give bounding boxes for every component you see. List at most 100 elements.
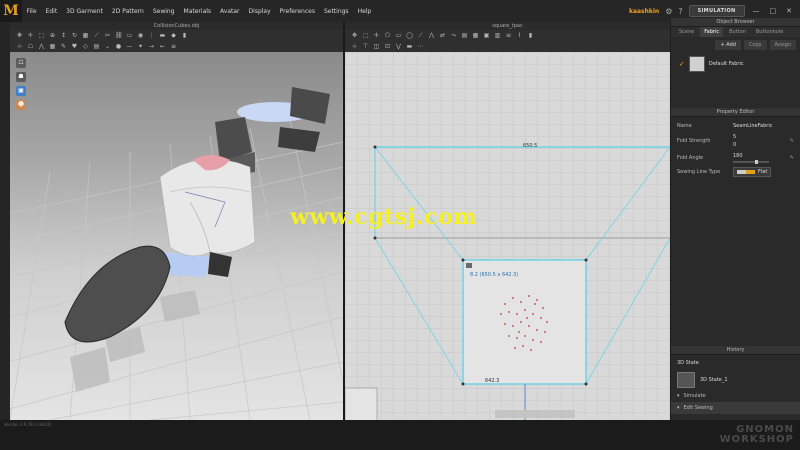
name-value[interactable]: SeamLineFabric bbox=[733, 123, 772, 129]
edit-icon-2[interactable]: ✎ bbox=[790, 155, 794, 161]
user-name[interactable]: kaashkin bbox=[629, 8, 659, 15]
fabric-list-item[interactable]: ✓ Default Fabric bbox=[671, 53, 800, 75]
fold-strength-value-2[interactable]: 0 bbox=[733, 142, 736, 148]
list-icon[interactable]: ≡ bbox=[505, 32, 512, 39]
history-state[interactable]: 3D State_1 bbox=[671, 370, 800, 390]
dots-2d-icon[interactable]: ⋯ bbox=[417, 43, 424, 50]
tape-2d-icon[interactable]: ▬ bbox=[406, 43, 413, 50]
add-fabric-button[interactable]: + Add bbox=[715, 40, 741, 50]
edit-pattern-icon[interactable]: ⬚ bbox=[362, 32, 369, 39]
2d-window-title: square_tpac bbox=[345, 22, 670, 30]
tab-fabric[interactable]: Fabric bbox=[700, 27, 724, 37]
line-icon[interactable]: — bbox=[126, 43, 133, 50]
free-sewing-icon[interactable]: ⤳ bbox=[450, 32, 457, 39]
symmetry-icon[interactable]: ◫ bbox=[373, 43, 380, 50]
settings-icon[interactable]: ⚙ bbox=[665, 7, 672, 16]
edit-icon[interactable]: ✎ bbox=[790, 138, 794, 144]
menu-2d-pattern[interactable]: 2D Pattern bbox=[107, 8, 148, 15]
bars-icon[interactable]: ≡ bbox=[170, 43, 177, 50]
avatar-view-icon[interactable]: ☖ bbox=[16, 58, 26, 68]
tuck-icon[interactable]: ↕ bbox=[60, 32, 67, 39]
move-icon[interactable]: ✛ bbox=[27, 32, 34, 39]
avatar-pose-icon[interactable]: ☖ bbox=[27, 43, 34, 50]
pin-2d-icon[interactable]: ⊹ bbox=[351, 43, 358, 50]
heart-icon[interactable]: ♥ bbox=[71, 43, 78, 50]
fold-icon[interactable]: ⋀ bbox=[38, 43, 45, 50]
2d-pattern-viewport[interactable]: 650.5 8.2 (650.5 x 642.3) 642.3 bbox=[345, 52, 670, 420]
maximize-icon[interactable]: □ bbox=[768, 7, 779, 15]
zipper-icon[interactable]: ⋮ bbox=[148, 32, 155, 39]
close-icon[interactable]: ✕ bbox=[784, 7, 794, 15]
menu-materials[interactable]: Materials bbox=[179, 8, 216, 15]
button-icon[interactable]: ◉ bbox=[137, 32, 144, 39]
internal-line-icon[interactable]: ⟋ bbox=[417, 32, 424, 39]
ellipse-icon[interactable]: ◯ bbox=[406, 32, 413, 39]
dart-icon[interactable]: ⋀ bbox=[428, 32, 435, 39]
cut-icon[interactable]: ✂ bbox=[104, 32, 111, 39]
layer-icon[interactable]: ◆ bbox=[170, 32, 177, 39]
check-sewing-icon[interactable]: ▤ bbox=[461, 32, 468, 39]
measure-icon[interactable]: ▭ bbox=[126, 32, 133, 39]
texture-edit-icon[interactable]: ▦ bbox=[472, 32, 479, 39]
dot-icon[interactable]: ● bbox=[115, 43, 122, 50]
rectangle-icon[interactable]: ▭ bbox=[395, 32, 402, 39]
select-icon[interactable]: ✥ bbox=[16, 32, 23, 39]
sewing-line-type-select[interactable]: Flat bbox=[733, 167, 772, 177]
pin-tool-icon[interactable]: ⊹ bbox=[16, 43, 23, 50]
strength-icon[interactable]: ▮ bbox=[181, 32, 188, 39]
tab-scene[interactable]: Scene bbox=[675, 27, 698, 37]
select-point-icon[interactable]: ✥ bbox=[351, 32, 358, 39]
grid-icon[interactable]: ▦ bbox=[49, 43, 56, 50]
grain-icon[interactable]: ▥ bbox=[494, 32, 501, 39]
assign-fabric-button[interactable]: Assign bbox=[769, 40, 796, 50]
copy-fabric-button[interactable]: Copy bbox=[743, 40, 767, 50]
menu-3d-garment[interactable]: 3D Garment bbox=[62, 8, 108, 15]
menu-avatar[interactable]: Avatar bbox=[216, 8, 244, 15]
fold-angle-slider[interactable] bbox=[733, 160, 769, 164]
star-icon[interactable]: ✦ bbox=[137, 43, 144, 50]
arrow-left-icon[interactable]: ← bbox=[159, 43, 166, 50]
tab-buttonhole[interactable]: Buttonhole bbox=[752, 27, 787, 37]
minimize-icon[interactable]: — bbox=[751, 7, 762, 15]
menu-help[interactable]: Help bbox=[353, 8, 376, 15]
menu-sewing[interactable]: Sewing bbox=[148, 8, 179, 15]
texture-icon[interactable]: ▤ bbox=[93, 43, 100, 50]
layer-pattern-icon[interactable]: ▮ bbox=[527, 32, 534, 39]
transform-icon[interactable]: ⬚ bbox=[38, 32, 45, 39]
offset-icon[interactable]: ⊡ bbox=[384, 43, 391, 50]
history-item-simulate[interactable]: ▾ Simulate bbox=[671, 390, 800, 402]
menu-display[interactable]: Display bbox=[244, 8, 275, 15]
help-icon[interactable]: ? bbox=[678, 7, 682, 16]
tape-icon[interactable]: ▬ bbox=[159, 32, 166, 39]
rotate-icon[interactable]: ↻ bbox=[71, 32, 78, 39]
pose-view-icon[interactable]: ☗ bbox=[16, 72, 26, 82]
diamond-icon[interactable]: ◇ bbox=[82, 43, 89, 50]
sew-icon[interactable]: ⟋ bbox=[93, 32, 100, 39]
pin-icon[interactable]: ⊕ bbox=[49, 32, 56, 39]
link-icon[interactable]: ⛓ bbox=[115, 32, 123, 39]
notch-icon[interactable]: ⊤ bbox=[362, 43, 369, 50]
graphic-icon[interactable]: ▣ bbox=[483, 32, 490, 39]
polygon-icon[interactable]: ⬠ bbox=[384, 32, 391, 39]
avatar-skin-icon[interactable]: ☻ bbox=[16, 100, 26, 110]
fold-strength-value[interactable]: 5 bbox=[733, 134, 736, 140]
mesh-icon[interactable]: ▦ bbox=[82, 32, 89, 39]
transform-pattern-icon[interactable]: ✛ bbox=[373, 32, 380, 39]
fold-arrange-icon[interactable]: ⋁ bbox=[395, 43, 402, 50]
arrow-right-icon[interactable]: → bbox=[148, 43, 155, 50]
menu-settings[interactable]: Settings bbox=[319, 8, 353, 15]
brush-icon[interactable]: ✎ bbox=[60, 43, 67, 50]
3d-viewport[interactable]: ☖ ☗ ▣ ☻ bbox=[10, 52, 343, 420]
trace-icon[interactable]: ⌇ bbox=[516, 32, 523, 39]
fold-angle-value[interactable]: 180 bbox=[733, 153, 769, 159]
history-item-edit-sewing[interactable]: ▾ Edit Sewing bbox=[671, 402, 800, 414]
fabric-view-icon[interactable]: ▣ bbox=[16, 86, 26, 96]
tab-button[interactable]: Button bbox=[725, 27, 750, 37]
property-name-row: Name SeamLineFabric bbox=[671, 120, 800, 132]
simulation-button[interactable]: SIMULATION bbox=[688, 5, 745, 17]
menu-preferences[interactable]: Preferences bbox=[275, 8, 319, 15]
menu-file[interactable]: File bbox=[22, 8, 41, 15]
menu-edit[interactable]: Edit bbox=[41, 8, 62, 15]
segment-sewing-icon[interactable]: ⇄ bbox=[439, 32, 446, 39]
chevron-icon[interactable]: ⌄ bbox=[104, 43, 111, 50]
